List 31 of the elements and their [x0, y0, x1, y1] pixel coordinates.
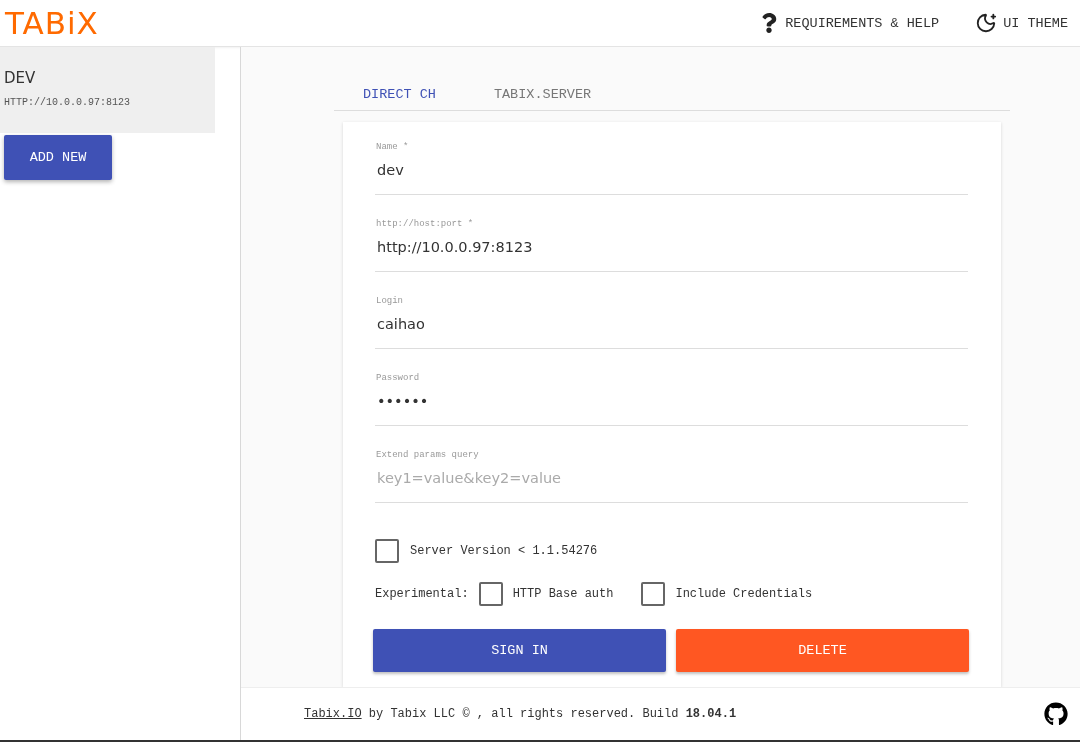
header-link[interactable]: REQUIREMENTS & HELP [759, 13, 940, 33]
header-link[interactable]: UI THEME [975, 12, 1068, 34]
add-new-button[interactable]: ADD NEW [4, 135, 112, 180]
moon-icon [975, 12, 998, 34]
field-label: Login [375, 296, 404, 308]
checkbox[interactable] [375, 539, 399, 563]
connection-item[interactable]: DEV HTTP://10.0.0.97:8123 [0, 47, 215, 133]
connection-name: DEV [4, 69, 37, 87]
checkbox-label: HTTP Base auth [512, 587, 614, 601]
footer-link[interactable]: Tabix.IO [304, 707, 362, 721]
tab[interactable]: DIRECT CH [334, 81, 465, 107]
field-label: Extend params query [375, 450, 480, 462]
sign-in-button[interactable]: SIGN IN [373, 629, 666, 672]
input-field[interactable]: •••••• [375, 385, 968, 417]
input-field[interactable]: dev [375, 154, 968, 186]
checkbox[interactable] [478, 582, 503, 606]
input-field[interactable]: http://10.0.0.97:8123 [375, 231, 968, 263]
experimental-label: Experimental: [375, 587, 469, 601]
checkbox-label: Server Version < 1.1.54276 [410, 544, 598, 558]
logo: TABiX [4, 5, 99, 41]
checkbox-label: Include Credentials [675, 587, 813, 601]
footer-text: Tabix.IO by Tabix LLC © , all rights reserved. Build 18.04.1 [304, 707, 737, 721]
connection-url: HTTP://10.0.0.97:8123 [4, 97, 132, 108]
field-label: Name * [375, 142, 410, 154]
tab[interactable]: TABIX.SERVER [464, 81, 621, 107]
input-field[interactable]: key1=value&key2=value [375, 462, 968, 494]
input-field[interactable]: caihao [375, 308, 968, 340]
field-label: http://host:port * [375, 219, 475, 231]
github-icon[interactable] [1044, 702, 1068, 726]
checkbox[interactable] [641, 582, 666, 606]
field-label: Password [375, 373, 421, 385]
